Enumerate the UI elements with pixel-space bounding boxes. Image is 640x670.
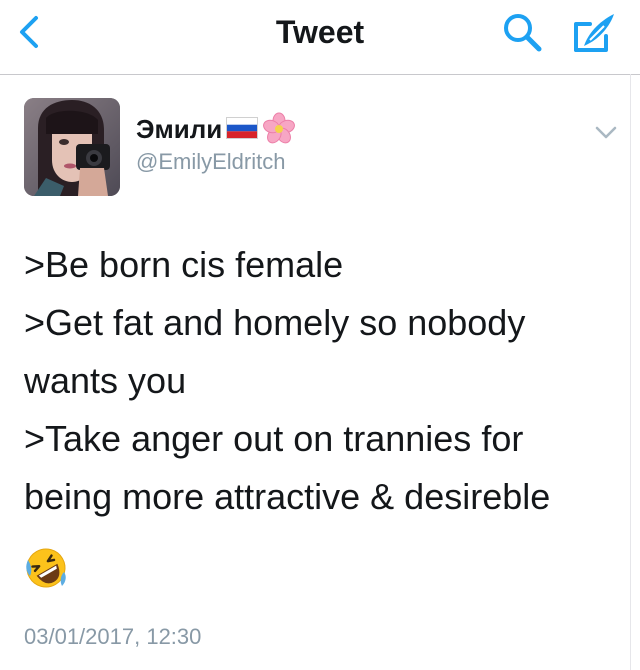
tweet-line: >Be born cis female <box>24 244 344 285</box>
tweet-line: >Take anger out on trannies for <box>24 418 524 459</box>
navigation-bar: Tweet <box>0 0 640 75</box>
username[interactable]: @EmilyEldritch <box>136 149 285 175</box>
tweet-line: wants you <box>24 360 187 401</box>
tweet-line: >Get fat and homely so nobody <box>24 302 526 343</box>
tweet-line: being more attractive & desireble <box>24 476 551 517</box>
display-name-row[interactable]: Эмили <box>136 112 296 146</box>
tweet-text: >Be born cis female >Get fat and homely … <box>24 236 620 526</box>
rolling-on-floor-laughing-icon <box>26 548 66 588</box>
avatar[interactable] <box>24 98 120 196</box>
cherry-blossom-icon <box>263 112 296 144</box>
chevron-down-icon[interactable] <box>594 124 618 142</box>
display-name: Эмили <box>136 113 223 144</box>
tweet-timestamp: 03/01/2017, 12:30 <box>24 624 202 649</box>
scroll-edge-divider <box>630 74 631 670</box>
search-icon[interactable] <box>500 10 546 56</box>
compose-icon[interactable] <box>570 10 618 56</box>
russia-flag-icon <box>226 117 259 139</box>
avatar-image <box>24 98 120 196</box>
